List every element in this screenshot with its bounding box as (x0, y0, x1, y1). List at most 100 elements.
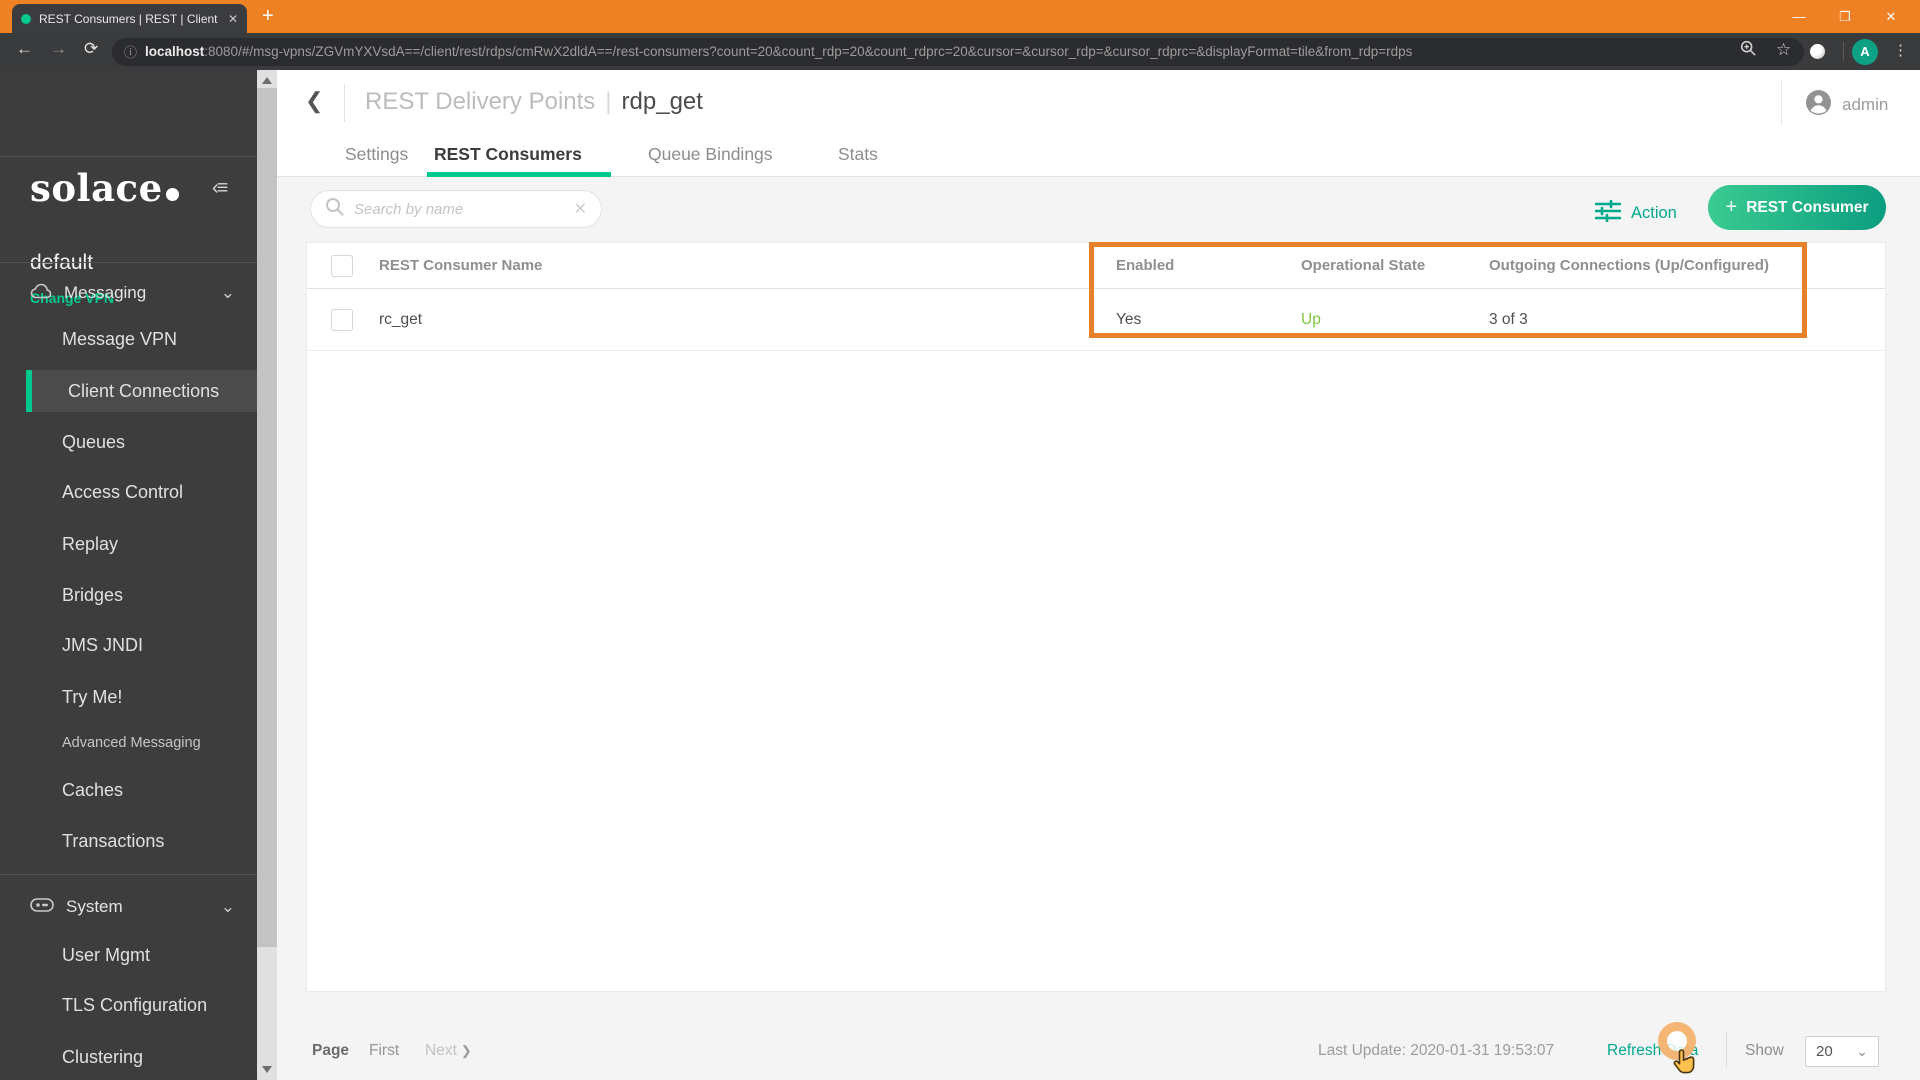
page-label: Page (312, 1042, 350, 1059)
cell-enabled: Yes (1116, 311, 1142, 328)
sidebar-scrollbar[interactable] (257, 70, 277, 1080)
restore-icon[interactable]: ❐ (1822, 9, 1868, 25)
chevron-down-icon[interactable]: ⌄ (221, 283, 235, 303)
browser-tab[interactable]: REST Consumers | REST | Client C ✕ (12, 4, 247, 33)
page-size-value: 20 (1816, 1043, 1833, 1060)
site-info-icon[interactable]: ⓘ (124, 42, 137, 61)
sidebar-item-jms-jndi[interactable]: JMS JNDI (0, 624, 257, 666)
column-header-name[interactable]: REST Consumer Name (379, 243, 542, 289)
refresh-data-link[interactable]: Refresh Data (1607, 1042, 1698, 1060)
sidebar-item-bridges[interactable]: Bridges (0, 574, 257, 616)
action-button[interactable]: Action (1594, 199, 1677, 227)
select-all-checkbox[interactable] (331, 255, 353, 277)
zoom-page-icon[interactable] (1740, 40, 1756, 60)
column-header-enabled[interactable]: Enabled (1116, 243, 1174, 289)
tab-rest-consumers[interactable]: REST Consumers (434, 144, 582, 165)
window-controls: — ❐ ✕ (1776, 0, 1914, 33)
chevron-down-icon[interactable]: ⌄ (221, 897, 235, 917)
vpn-name: default (30, 251, 94, 274)
table-row[interactable]: rc_get Yes Up 3 of 3 (307, 289, 1885, 351)
breadcrumb: REST Delivery Points | rdp_get (365, 88, 703, 115)
url-text: localhost:8080/#/msg-vpns/ZGVmYXVsdA==/c… (145, 44, 1413, 59)
search-input[interactable] (354, 200, 564, 218)
sidebar-item-try-me[interactable]: Try Me! (0, 676, 257, 718)
dropdown-chevron-icon: ⌄ (1856, 1043, 1868, 1059)
back-icon[interactable]: ← (16, 39, 33, 59)
sidebar-item-clustering[interactable]: Clustering (0, 1036, 257, 1078)
page-header: ❮ REST Delivery Points | rdp_get admin Set… (277, 70, 1920, 177)
next-page-button[interactable]: Next ❯ (425, 1042, 472, 1060)
browser-tabstrip: REST Consumers | REST | Client C ✕ + — ❐… (0, 0, 1920, 33)
system-icon (30, 897, 54, 917)
sidebar: solace ‹≡ default Change VPN Messaging ⌄… (0, 70, 257, 1080)
column-header-operational-state[interactable]: Operational State (1301, 243, 1425, 289)
forward-icon[interactable]: → (50, 39, 67, 59)
divider (1726, 1032, 1727, 1068)
scroll-down-icon[interactable] (257, 1061, 277, 1078)
tab-settings[interactable]: Settings (345, 144, 408, 165)
first-page-button[interactable]: First (369, 1042, 399, 1060)
active-tab-underline (427, 172, 611, 177)
reload-icon[interactable]: ⟳ (84, 39, 98, 59)
minimize-icon[interactable]: — (1776, 9, 1822, 24)
cloud-icon (30, 283, 52, 304)
divider (1781, 80, 1782, 126)
tab-close-icon[interactable]: ✕ (228, 12, 238, 26)
new-tab-button[interactable]: + (262, 5, 274, 27)
next-chevron-icon: ❯ (460, 1043, 472, 1058)
show-label: Show (1745, 1042, 1784, 1059)
logo-dot-icon (165, 188, 179, 201)
extension-icon[interactable] (1810, 44, 1825, 59)
scroll-up-icon[interactable] (257, 72, 277, 89)
sidebar-item-replay[interactable]: Replay (0, 523, 257, 565)
toolbar-divider (1843, 42, 1844, 61)
tab-title: REST Consumers | REST | Client C (39, 11, 220, 26)
url-bar[interactable]: ⓘ localhost:8080/#/msg-vpns/ZGVmYXVsdA==… (112, 37, 1804, 66)
bookmark-star-icon[interactable]: ☆ (1776, 40, 1791, 60)
column-header-outgoing-connections[interactable]: Outgoing Connections (Up/Configured) (1489, 243, 1769, 289)
cell-consumer-name[interactable]: rc_get (379, 289, 422, 351)
user-avatar-icon (1805, 89, 1832, 121)
scrollbar-thumb[interactable] (257, 88, 277, 947)
last-update-text: Last Update: 2020-01-31 19:53:07 (1318, 1042, 1555, 1059)
main-content: ❮ REST Delivery Points | rdp_get admin Set… (277, 70, 1920, 1080)
tab-stats[interactable]: Stats (838, 144, 878, 165)
sidebar-item-user-mgmt[interactable]: User Mgmt (0, 934, 257, 976)
sidebar-item-transactions[interactable]: Transactions (0, 820, 257, 862)
sidebar-section-system[interactable]: System ⌄ (0, 887, 257, 927)
sliders-icon (1594, 199, 1622, 227)
window-close-icon[interactable]: ✕ (1868, 9, 1914, 25)
back-button[interactable]: ❮ (305, 88, 323, 114)
sidebar-item-tls-configuration[interactable]: TLS Configuration (0, 984, 257, 1026)
clear-search-icon[interactable]: ✕ (574, 199, 587, 219)
sidebar-item-queues[interactable]: Queues (0, 421, 257, 463)
collapse-sidebar-icon[interactable]: ‹≡ (212, 177, 228, 200)
sidebar-item-advanced-messaging[interactable]: Advanced Messaging (0, 722, 257, 764)
sidebar-item-client-connections[interactable]: Client Connections (26, 370, 257, 412)
solace-logo: solace (30, 166, 179, 210)
divider (0, 156, 257, 157)
cell-outgoing-connections: 3 of 3 (1489, 311, 1528, 328)
divider (0, 262, 257, 263)
divider (0, 874, 257, 875)
sidebar-item-access-control[interactable]: Access Control (0, 471, 257, 513)
tab-queue-bindings[interactable]: Queue Bindings (648, 144, 773, 165)
row-checkbox[interactable] (331, 309, 353, 331)
divider (344, 84, 345, 122)
sidebar-item-message-vpn[interactable]: Message VPN (0, 318, 257, 360)
sidebar-item-caches[interactable]: Caches (0, 769, 257, 811)
profile-avatar[interactable]: A (1852, 38, 1878, 65)
breadcrumb-parent[interactable]: REST Delivery Points (365, 88, 595, 115)
browser-menu-icon[interactable]: ⋮ (1893, 41, 1908, 59)
cell-operational-state: Up (1301, 311, 1321, 328)
sidebar-section-messaging[interactable]: Messaging ⌄ (0, 273, 257, 313)
username: admin (1842, 95, 1889, 114)
consumers-table: REST Consumer Name Enabled Operational S… (306, 242, 1886, 992)
add-rest-consumer-button[interactable]: + REST Consumer (1708, 185, 1886, 230)
search-box[interactable]: ✕ (310, 190, 602, 228)
user-menu[interactable]: admin (1805, 89, 1888, 121)
favicon-icon (21, 13, 31, 24)
page-size-dropdown[interactable]: 20 ⌄ (1805, 1036, 1879, 1067)
search-icon (325, 197, 344, 221)
page-title: rdp_get (621, 88, 703, 115)
